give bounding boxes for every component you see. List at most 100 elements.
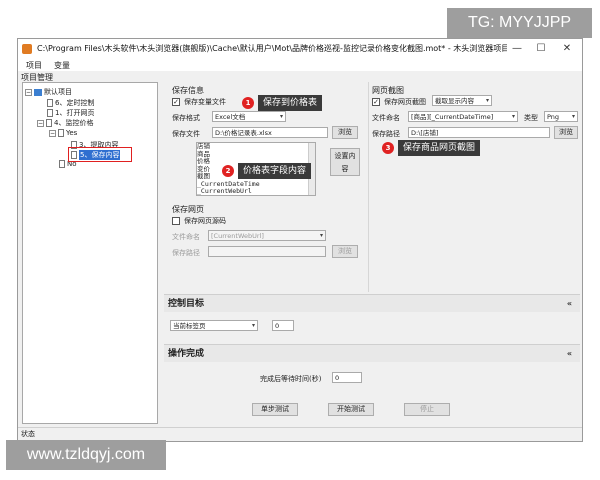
collapse-icon[interactable]: − <box>25 88 32 96</box>
shot-path-input[interactable]: D:\[店铺] <box>408 127 550 138</box>
shot-name-select[interactable]: [商品][_CurrentDateTime] ▾ <box>408 111 518 122</box>
highlight-box <box>68 147 132 162</box>
step-icon <box>47 99 53 107</box>
tab-index-value: 0 <box>275 322 280 330</box>
screenshot-mode-select[interactable]: 截取显示内容 ▾ <box>432 95 492 106</box>
callout-3-badge: 3 <box>382 142 394 154</box>
tree-node-label: 6、定时控制 <box>55 99 95 107</box>
menu-variables[interactable]: 变量 <box>54 60 70 71</box>
step-icon <box>46 119 52 127</box>
status-text: 状态 <box>21 430 35 438</box>
watermark-bottom: www.tzldqyj.com <box>6 440 166 470</box>
callout-1-text: 保存到价格表 <box>258 95 323 111</box>
editor-panel: 保存信息 ✓ 保存变量文件 1 保存到价格表 保存格式 Excel文档 ▾ 保存… <box>164 82 580 424</box>
collapse-icon[interactable]: − <box>49 129 56 137</box>
screenshot-mode-value: 截取显示内容 <box>435 97 474 105</box>
tab-target-select[interactable]: 当前标签页 ▾ <box>170 320 258 331</box>
shot-name-label: 文件命名 <box>372 114 400 122</box>
save-screenshot-label: 保存网页截图 <box>384 98 426 106</box>
status-bar: 状态 <box>18 427 582 441</box>
callout-2-text: 价格表字段内容 <box>238 163 312 179</box>
browse-file-button[interactable]: 浏览 <box>332 126 358 139</box>
check-icon: ✓ <box>372 97 380 106</box>
page-name-label: 文件命名 <box>172 233 200 241</box>
branch-icon <box>58 129 64 137</box>
tree-node-label: 默认项目 <box>44 88 72 96</box>
app-icon <box>22 44 32 54</box>
maximize-button[interactable]: ☐ <box>530 41 552 57</box>
stop-button[interactable]: 停止 <box>404 403 450 416</box>
group-divider <box>368 82 369 292</box>
window-title: C:\Program Files\木头软件\木头浏览器(旗舰版)\Cache\默… <box>37 44 507 53</box>
browse-shot-button[interactable]: 浏览 <box>554 126 578 139</box>
field-item[interactable]: 店铺 <box>197 143 315 151</box>
set-content-button[interactable]: 设置内容 <box>330 148 360 176</box>
wait-stepper[interactable]: 0 <box>332 372 362 383</box>
tree-node-label: 1、打开网页 <box>55 109 95 117</box>
format-value: Excel文档 <box>215 113 246 121</box>
shot-path-label: 保存路径 <box>372 130 400 138</box>
tree-node-timer[interactable]: 6、定时控制 <box>47 98 94 108</box>
collapse-up-icon[interactable]: « <box>567 295 572 313</box>
close-button[interactable]: ✕ <box>556 41 578 57</box>
chevron-down-icon: ▾ <box>511 113 515 120</box>
page-name-select[interactable]: [CurrentWebUrl] ▾ <box>208 230 326 241</box>
format-select[interactable]: Excel文档 ▾ <box>212 111 286 122</box>
format-label: 保存格式 <box>172 114 200 122</box>
menu-bar: 项目 变量 <box>18 59 582 71</box>
chevron-down-icon: ▾ <box>251 322 255 329</box>
collapse-up-icon[interactable]: « <box>567 345 572 363</box>
collapse-icon[interactable]: − <box>37 119 44 127</box>
branch-icon <box>59 160 65 168</box>
checkbox-box <box>172 216 180 225</box>
page-path-input[interactable] <box>208 246 326 257</box>
tree-node-label: 4、监控价格 <box>54 119 94 127</box>
step-icon <box>47 109 53 117</box>
field-item[interactable]: _CurrentWebUrl <box>197 187 315 195</box>
tree-node-yes[interactable]: − Yes <box>49 129 77 137</box>
save-source-label: 保存网页源码 <box>184 217 226 225</box>
app-window: C:\Program Files\木头软件\木头浏览器(旗舰版)\Cache\默… <box>17 38 583 442</box>
tree-node-default-project[interactable]: − 默认项目 <box>25 87 72 97</box>
done-title: 操作完成 <box>168 349 205 359</box>
chevron-down-icon: ▾ <box>279 113 283 120</box>
file-label: 保存文件 <box>172 130 200 138</box>
shot-type-label: 类型 <box>524 114 538 122</box>
tree-node-open-page[interactable]: 1、打开网页 <box>47 108 94 118</box>
save-vars-label: 保存变量文件 <box>184 98 226 106</box>
file-path-input[interactable]: D:\价格记录表.xlsx <box>212 127 328 138</box>
wait-label: 完成后等待时间(秒) <box>260 375 322 383</box>
control-target-header[interactable]: 控制目标 « <box>164 294 580 312</box>
shot-type-select[interactable]: Png ▾ <box>544 111 578 122</box>
check-icon: ✓ <box>172 97 180 106</box>
chevron-down-icon: ▾ <box>319 232 323 239</box>
field-item[interactable]: 商品 <box>197 150 315 159</box>
page-path-label: 保存路径 <box>172 249 200 257</box>
screenshot-title: 网页截图 <box>372 86 404 95</box>
callout-2-badge: 2 <box>222 165 234 177</box>
tree-node-monitor-price[interactable]: − 4、监控价格 <box>37 118 93 128</box>
save-screenshot-checkbox[interactable]: ✓ <box>372 97 382 107</box>
callout-3-text: 保存商品网页截图 <box>398 140 481 156</box>
menu-project[interactable]: 项目 <box>26 60 42 71</box>
chevron-down-icon: ▾ <box>571 113 575 120</box>
save-info-title: 保存信息 <box>172 86 204 95</box>
save-source-checkbox[interactable] <box>172 216 182 226</box>
browse-page-button[interactable]: 浏览 <box>332 245 358 258</box>
project-tree[interactable]: − 默认项目 6、定时控制 1、打开网页 − 4、监控价格 − Yes 3、提取… <box>22 82 158 424</box>
minimize-button[interactable]: — <box>506 41 528 57</box>
shot-name-value: [商品][_CurrentDateTime] <box>411 113 494 121</box>
start-test-button[interactable]: 开始测试 <box>328 403 374 416</box>
save-vars-checkbox[interactable]: ✓ <box>172 97 182 107</box>
step-test-button[interactable]: 单步测试 <box>252 403 298 416</box>
callout-1-badge: 1 <box>242 97 254 109</box>
chevron-down-icon: ▾ <box>485 97 489 104</box>
tab-index-stepper[interactable]: 0 <box>272 320 294 331</box>
tab-target-value: 当前标签页 <box>173 322 206 330</box>
watermark-top: TG: MYYJJPP <box>447 8 592 38</box>
title-bar: C:\Program Files\木头软件\木头浏览器(旗舰版)\Cache\默… <box>18 39 582 59</box>
done-header[interactable]: 操作完成 « <box>164 344 580 362</box>
save-page-title: 保存网页 <box>172 205 204 214</box>
shot-type-value: Png <box>547 113 560 121</box>
wait-value: 0 <box>335 374 340 382</box>
